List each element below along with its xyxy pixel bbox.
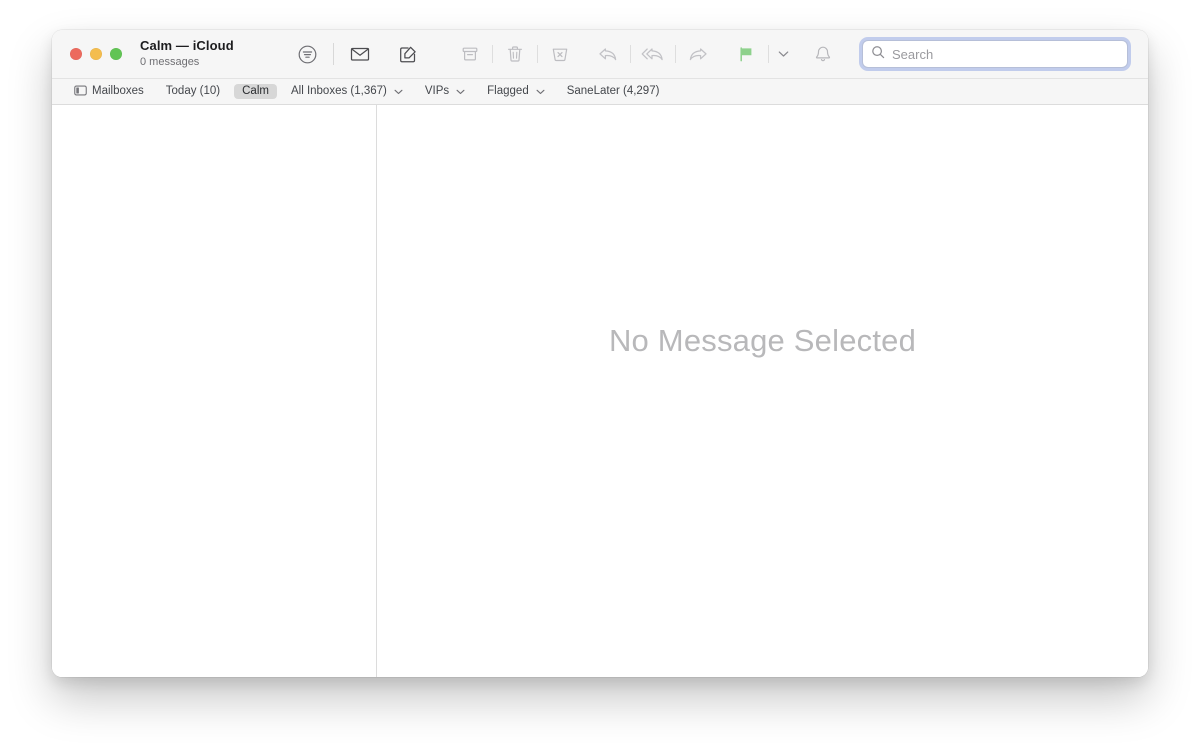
window-title-block: Calm — iCloud 0 messages xyxy=(140,38,290,69)
favorites-item-all-inboxes[interactable]: All Inboxes (1,367) xyxy=(283,84,411,100)
minimize-button[interactable] xyxy=(90,48,102,60)
sidebar-toggle-icon xyxy=(74,85,87,99)
reply-button[interactable] xyxy=(591,39,625,69)
bell-icon xyxy=(812,43,834,65)
search-field[interactable]: Search xyxy=(862,40,1128,68)
mail-window: Calm — iCloud 0 messages Search Mailboxe… xyxy=(52,30,1148,677)
toolbar-divider-5 xyxy=(675,45,676,63)
favorites-label: Today (10) xyxy=(165,84,221,97)
forward-icon xyxy=(686,43,710,65)
sidebar-item-mailboxes[interactable]: Mailboxes xyxy=(66,83,152,101)
favorites-label: VIPs xyxy=(424,84,450,97)
toolbar-divider-6 xyxy=(768,45,769,63)
compose-icon xyxy=(397,43,419,65)
favorites-item-calm[interactable]: Calm xyxy=(234,83,277,100)
search-icon xyxy=(871,45,885,64)
archive-icon xyxy=(459,43,481,65)
chevron-down-icon xyxy=(536,89,545,95)
chevron-down-icon xyxy=(394,89,403,95)
favorites-item-today[interactable]: Today (10) xyxy=(158,84,228,100)
toolbar-divider-2 xyxy=(492,45,493,63)
chevron-down-icon xyxy=(778,45,789,63)
archive-button[interactable] xyxy=(453,39,487,69)
favorites-label: Flagged xyxy=(487,84,529,97)
favorites-label: Mailboxes xyxy=(92,84,144,97)
compose-button[interactable] xyxy=(391,39,425,69)
forward-button[interactable] xyxy=(681,39,715,69)
chevron-down-icon xyxy=(456,89,465,95)
no-message-selected-label: No Message Selected xyxy=(608,323,917,358)
window-title: Calm — iCloud xyxy=(140,38,234,54)
delete-button[interactable] xyxy=(498,39,532,69)
zoom-button[interactable] xyxy=(110,48,122,60)
content-area: No Message Selected xyxy=(52,105,1148,677)
toolbar-divider-3 xyxy=(537,45,538,63)
reply-all-button[interactable] xyxy=(636,39,670,69)
flag-options-button[interactable] xyxy=(774,41,792,67)
titlebar: Calm — iCloud 0 messages Search xyxy=(52,30,1148,78)
favorites-item-flagged[interactable]: Flagged xyxy=(479,84,553,100)
favorites-label: SaneLater (4,297) xyxy=(566,84,660,97)
junk-button[interactable] xyxy=(543,39,577,69)
filter-button[interactable] xyxy=(290,39,324,69)
window-subtitle: 0 messages xyxy=(140,56,200,69)
close-button[interactable] xyxy=(70,48,82,60)
search-input[interactable]: Search xyxy=(892,47,933,62)
flag-button[interactable] xyxy=(729,39,763,69)
flag-icon xyxy=(735,43,757,65)
favorites-bar: Mailboxes Today (10) Calm All Inboxes (1… xyxy=(52,78,1148,105)
message-list[interactable] xyxy=(52,105,377,677)
favorites-label: All Inboxes (1,367) xyxy=(290,84,387,97)
toolbar: Search xyxy=(290,39,1138,69)
get-mail-icon xyxy=(349,43,371,65)
junk-icon xyxy=(549,43,571,65)
favorites-item-sanelater[interactable]: SaneLater (4,297) xyxy=(559,84,668,100)
reply-all-icon xyxy=(640,43,666,65)
reply-icon xyxy=(596,43,620,65)
favorites-item-vips[interactable]: VIPs xyxy=(417,84,473,100)
toolbar-divider-4 xyxy=(630,45,631,63)
traffic-lights xyxy=(52,48,122,60)
mute-button[interactable] xyxy=(806,39,840,69)
trash-icon xyxy=(504,43,526,65)
toolbar-divider xyxy=(333,43,334,65)
get-mail-button[interactable] xyxy=(343,39,377,69)
search-container: Search xyxy=(862,40,1128,68)
message-view: No Message Selected xyxy=(377,105,1148,677)
favorites-label: Calm xyxy=(242,84,269,97)
filter-icon xyxy=(297,44,318,65)
